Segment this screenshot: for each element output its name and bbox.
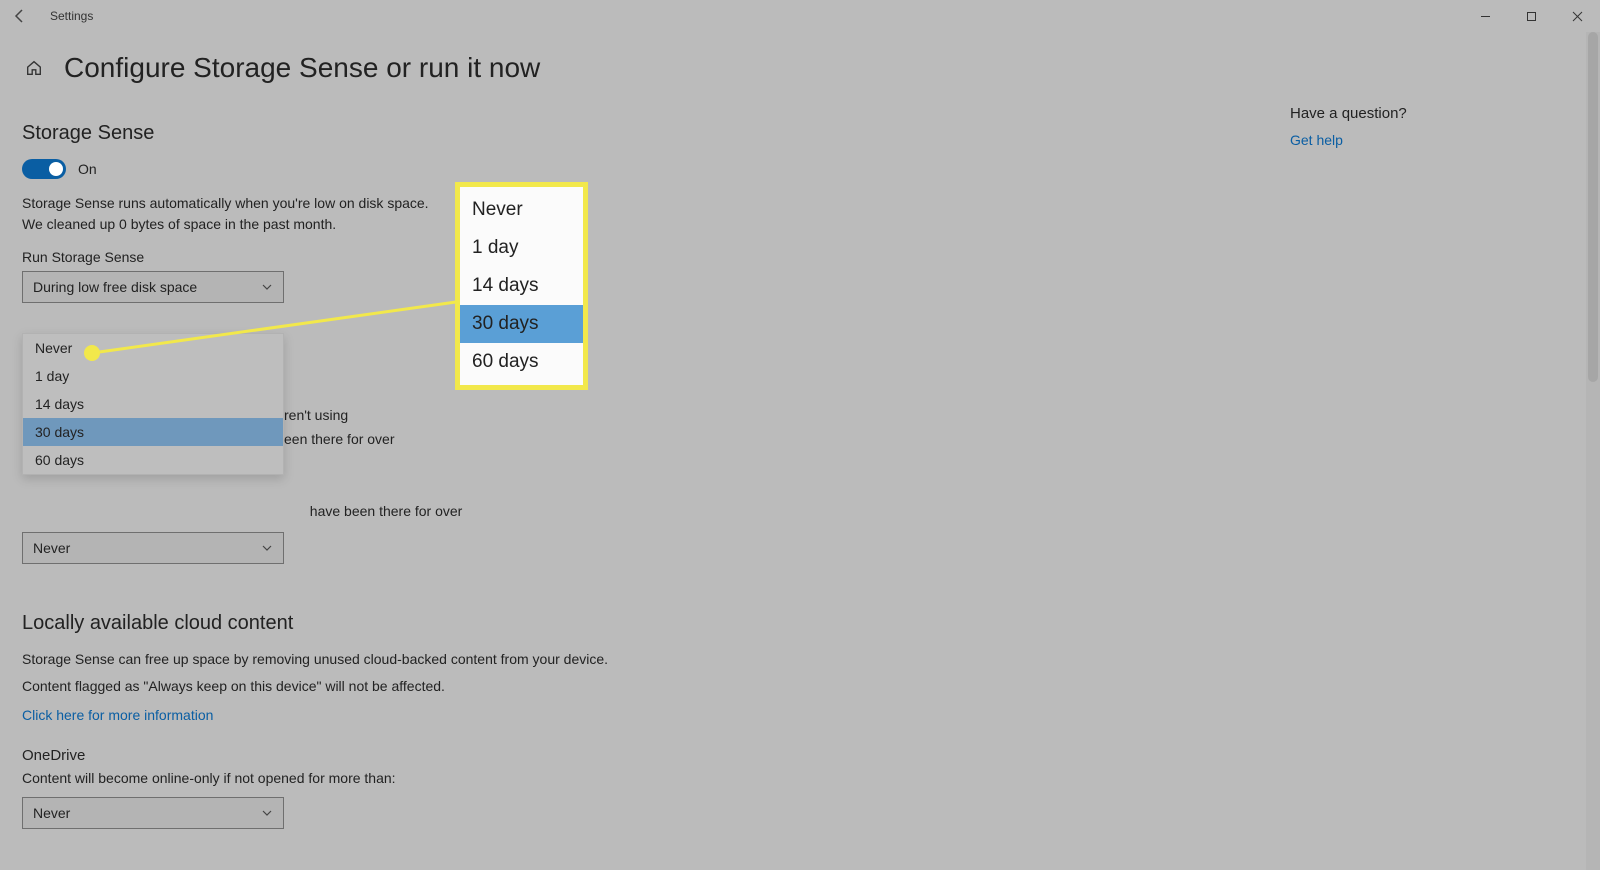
get-help-link[interactable]: Get help bbox=[1290, 132, 1343, 148]
callout-item: 30 days bbox=[460, 305, 583, 343]
close-icon bbox=[1572, 11, 1583, 22]
dropdown-item[interactable]: 14 days bbox=[23, 390, 283, 418]
page-header: Configure Storage Sense or run it now bbox=[0, 32, 1600, 94]
recycle-bin-dropdown-open[interactable]: Never1 day14 days30 days60 days bbox=[22, 333, 284, 475]
maximize-button[interactable] bbox=[1508, 1, 1554, 31]
callout-item: 14 days bbox=[460, 267, 583, 305]
home-button[interactable] bbox=[22, 56, 46, 80]
cloud-desc-line2: Content flagged as "Always keep on this … bbox=[22, 676, 752, 697]
aside-question: Have a question? bbox=[1290, 105, 1540, 122]
run-storage-sense-label: Run Storage Sense bbox=[22, 249, 752, 265]
titlebar-left: Settings bbox=[8, 4, 93, 28]
cloud-desc-line1: Storage Sense can free up space by remov… bbox=[22, 649, 752, 670]
dropdown-item[interactable]: Never bbox=[23, 334, 283, 362]
dropdown-item[interactable]: 60 days bbox=[23, 446, 283, 474]
callout-item: 60 days bbox=[460, 343, 583, 381]
section-cloud-heading: Locally available cloud content bbox=[22, 612, 752, 635]
run-storage-sense-value: During low free disk space bbox=[33, 279, 197, 295]
chevron-down-icon bbox=[261, 281, 273, 293]
storage-sense-toggle[interactable] bbox=[22, 159, 66, 179]
dropdown-item[interactable]: 30 days bbox=[23, 418, 283, 446]
maximize-icon bbox=[1526, 11, 1537, 22]
run-storage-sense-combobox[interactable]: During low free disk space bbox=[22, 271, 284, 303]
home-icon bbox=[25, 59, 43, 77]
minimize-button[interactable] bbox=[1462, 1, 1508, 31]
callout-item: 1 day bbox=[460, 229, 583, 267]
callout-panel: Never1 day14 days30 days60 days bbox=[455, 182, 588, 390]
callout-item: Never bbox=[460, 191, 583, 229]
arrow-left-icon bbox=[12, 8, 28, 24]
storage-sense-desc-line1: Storage Sense runs automatically when yo… bbox=[22, 195, 429, 211]
aside-column: Have a question? Get help bbox=[1290, 105, 1540, 150]
onedrive-heading: OneDrive bbox=[22, 747, 752, 764]
chevron-down-icon bbox=[261, 807, 273, 819]
storage-sense-desc-line2: We cleaned up 0 bytes of space in the pa… bbox=[22, 216, 336, 232]
cloud-more-info-link[interactable]: Click here for more information bbox=[22, 707, 213, 723]
back-button[interactable] bbox=[8, 4, 32, 28]
downloads-combobox[interactable]: Never bbox=[22, 532, 284, 564]
minimize-icon bbox=[1480, 11, 1491, 22]
close-button[interactable] bbox=[1554, 1, 1600, 31]
storage-sense-toggle-label: On bbox=[78, 161, 97, 177]
onedrive-desc: Content will become online-only if not o… bbox=[22, 768, 752, 789]
vertical-scrollbar[interactable] bbox=[1586, 32, 1600, 870]
window-controls bbox=[1462, 1, 1600, 31]
app-title: Settings bbox=[50, 9, 93, 23]
downloads-label-partial: Delete files in my Downloads folder if t… bbox=[22, 501, 752, 522]
chevron-down-icon bbox=[261, 542, 273, 554]
titlebar: Settings bbox=[0, 0, 1600, 32]
onedrive-combobox[interactable]: Never bbox=[22, 797, 284, 829]
storage-sense-toggle-row: On bbox=[22, 159, 752, 179]
downloads-value: Never bbox=[33, 540, 70, 556]
section-storage-sense-heading: Storage Sense bbox=[22, 122, 752, 145]
page-title: Configure Storage Sense or run it now bbox=[64, 52, 540, 84]
dropdown-item[interactable]: 1 day bbox=[23, 362, 283, 390]
onedrive-value: Never bbox=[33, 805, 70, 821]
scrollbar-thumb[interactable] bbox=[1588, 32, 1598, 382]
storage-sense-description: Storage Sense runs automatically when yo… bbox=[22, 193, 752, 235]
